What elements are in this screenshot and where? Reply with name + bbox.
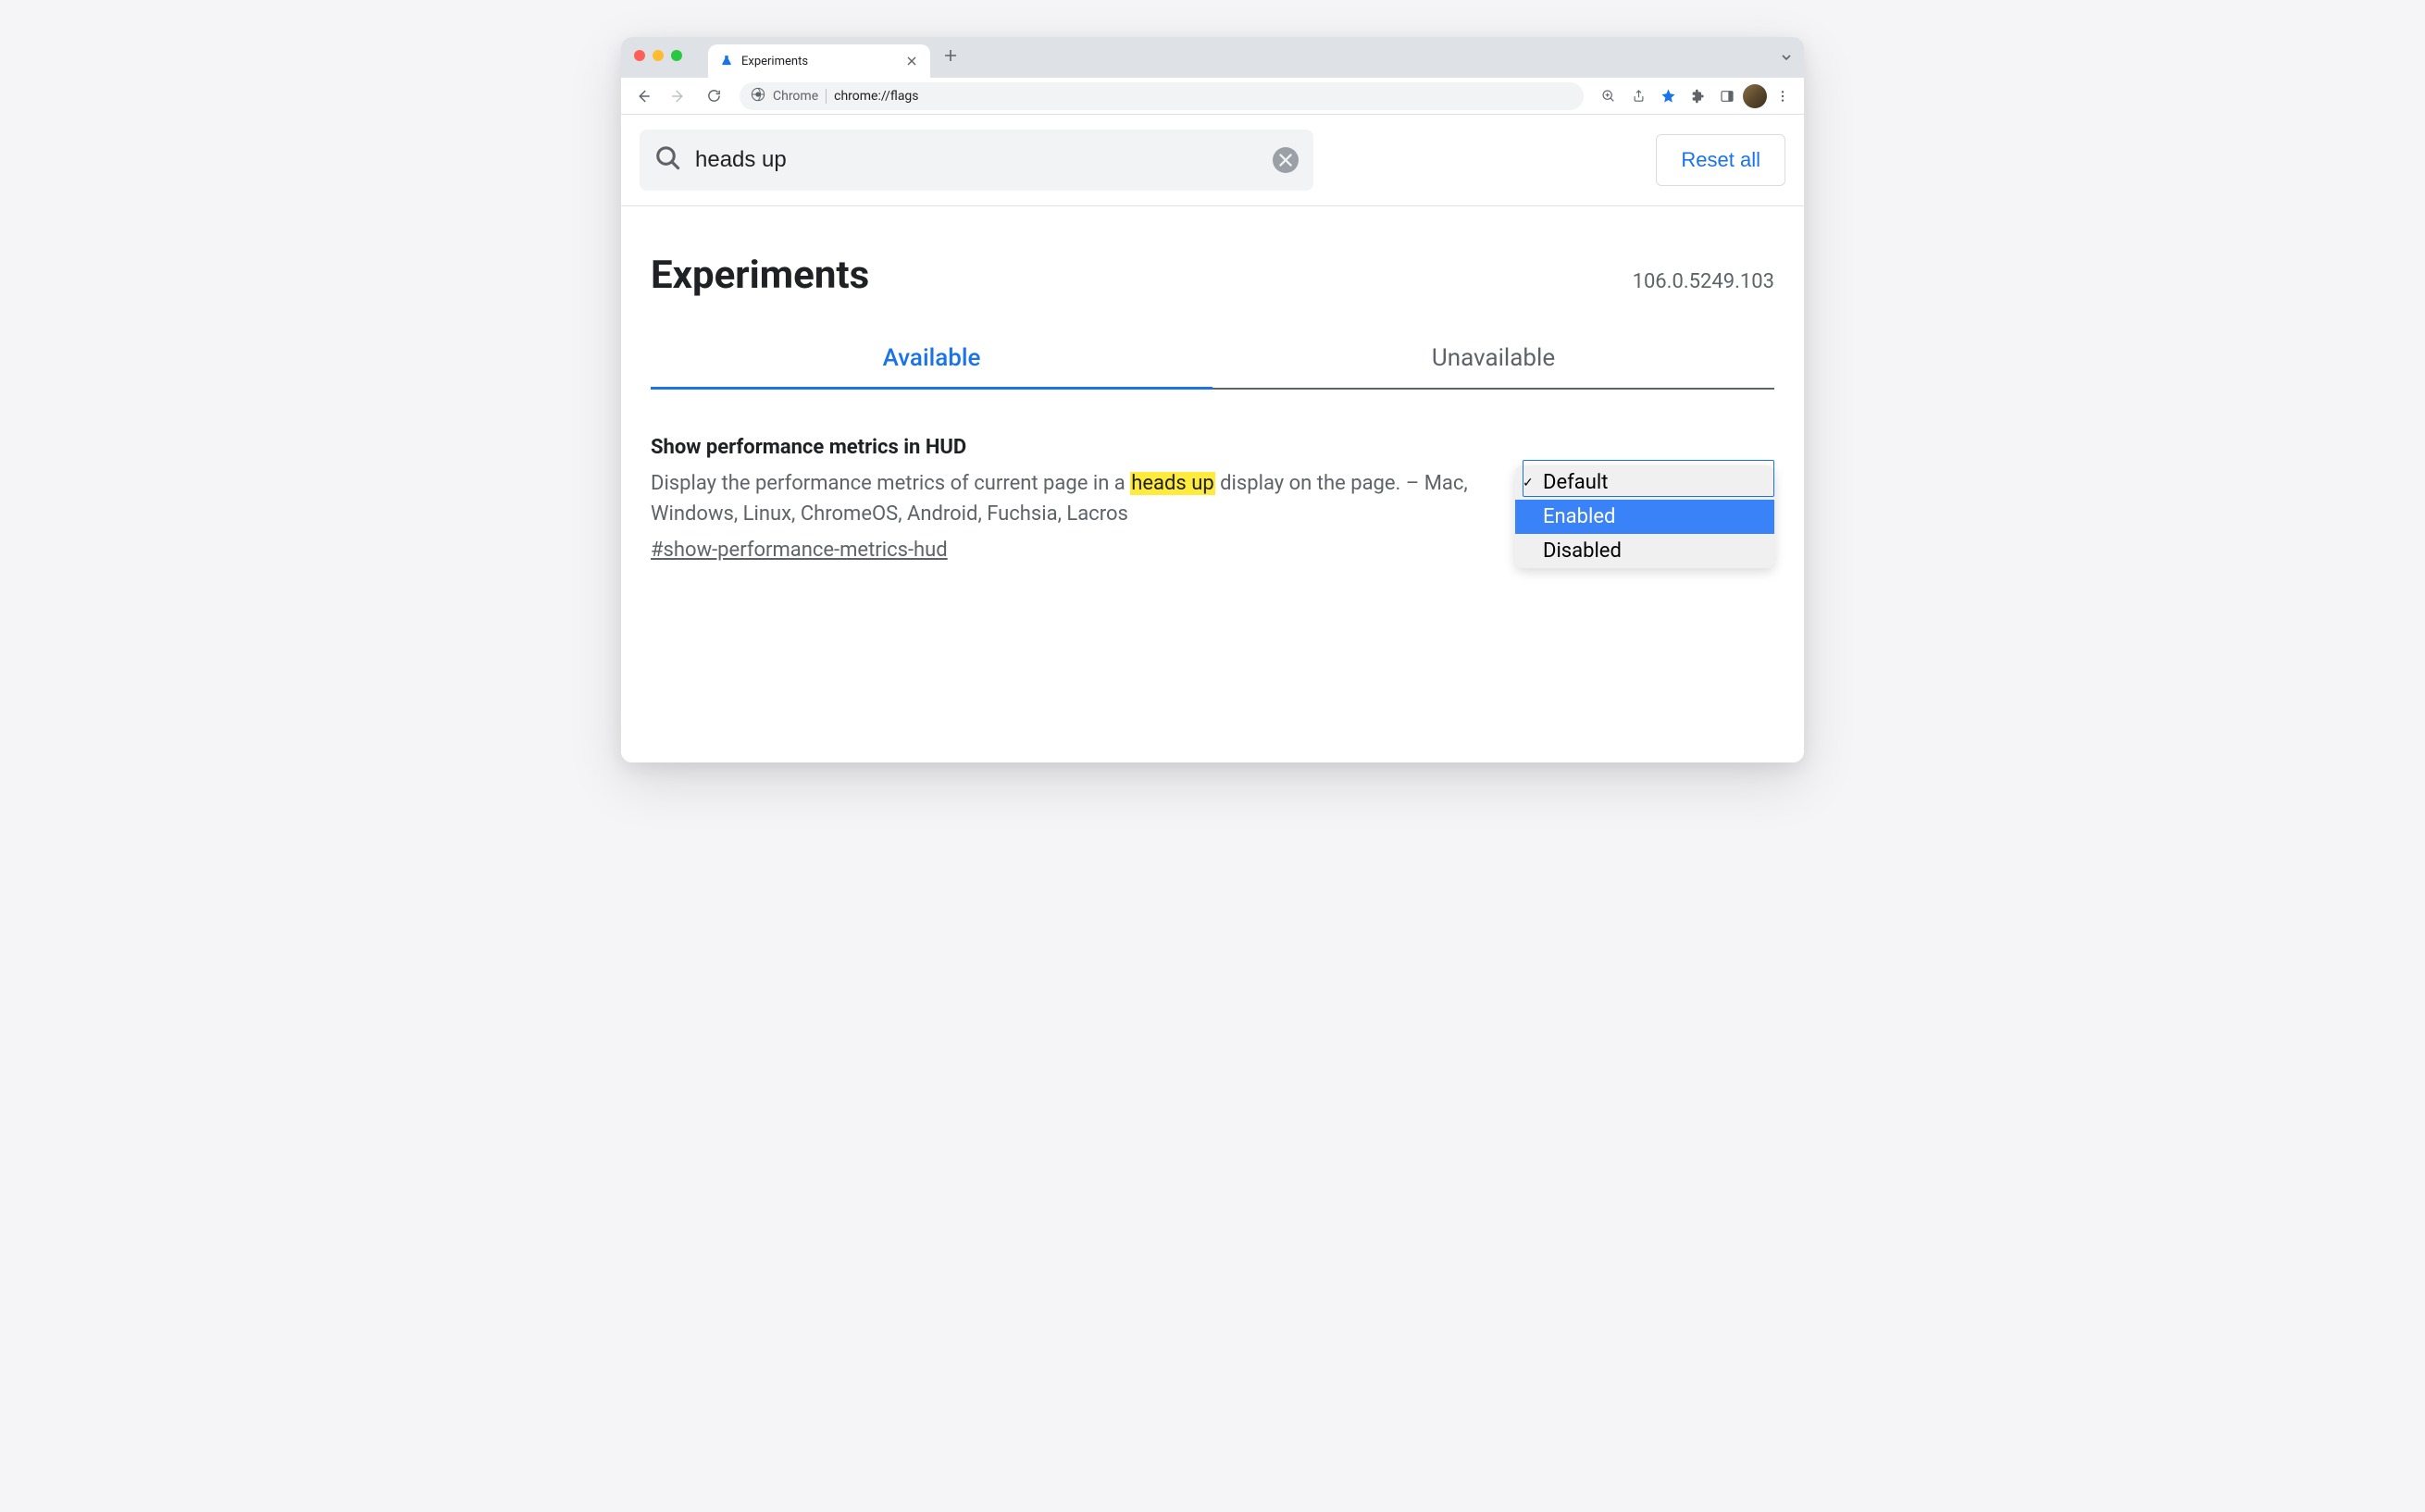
window-minimize-button[interactable]: [653, 50, 664, 61]
extensions-icon[interactable]: [1684, 82, 1711, 110]
flag-description: Display the performance metrics of curre…: [651, 468, 1478, 529]
omnibox-url: chrome://flags: [834, 89, 918, 104]
forward-button[interactable]: [664, 81, 693, 111]
search-box[interactable]: [640, 130, 1313, 191]
tab-overflow-button[interactable]: [1780, 50, 1793, 68]
content-area: Experiments 106.0.5249.103 Available Una…: [621, 206, 1804, 624]
bookmark-star-icon[interactable]: [1654, 82, 1682, 110]
dropdown-option-default[interactable]: ✓ Default: [1515, 465, 1774, 500]
omnibox-site-label: Chrome: [773, 89, 827, 104]
tab-close-icon[interactable]: [904, 54, 919, 68]
tab-strip: Experiments: [621, 37, 1804, 78]
flag-anchor-link[interactable]: #show-performance-metrics-hud: [651, 539, 948, 562]
overflow-menu-icon[interactable]: [1769, 82, 1797, 110]
header-row: Experiments 106.0.5249.103: [651, 253, 1774, 298]
sidepanel-icon[interactable]: [1713, 82, 1741, 110]
new-tab-button[interactable]: [938, 43, 964, 68]
page-tabs: Available Unavailable: [651, 344, 1774, 390]
flask-icon: [719, 54, 734, 68]
omnibox[interactable]: Chrome chrome://flags: [740, 82, 1584, 110]
flag-text: Show performance metrics in HUD Display …: [651, 436, 1478, 562]
profile-avatar[interactable]: [1743, 84, 1767, 108]
reload-button[interactable]: [699, 81, 728, 111]
window-controls: [634, 50, 682, 61]
back-button[interactable]: [628, 81, 658, 111]
share-icon[interactable]: [1624, 82, 1652, 110]
dropdown-option-label: Disabled: [1543, 539, 1622, 563]
dropdown-option-disabled[interactable]: Disabled: [1515, 534, 1774, 568]
tabs-area: Experiments: [708, 37, 964, 78]
tab-unavailable[interactable]: Unavailable: [1212, 344, 1774, 390]
page-title: Experiments: [651, 253, 869, 298]
tab-available[interactable]: Available: [651, 344, 1212, 390]
flag-desc-highlight: heads up: [1130, 472, 1214, 495]
browser-tab[interactable]: Experiments: [708, 44, 930, 78]
check-icon: ✓: [1523, 476, 1534, 490]
version-label: 106.0.5249.103: [1633, 270, 1774, 293]
window-maximize-button[interactable]: [671, 50, 682, 61]
search-icon: [654, 144, 682, 176]
reset-all-button[interactable]: Reset all: [1656, 134, 1785, 186]
flag-dropdown[interactable]: ✓ Default Enabled Disabled: [1515, 465, 1774, 568]
toolbar: Chrome chrome://flags: [621, 78, 1804, 115]
search-input[interactable]: [695, 147, 1260, 173]
site-info-icon[interactable]: [751, 87, 765, 105]
window-close-button[interactable]: [634, 50, 645, 61]
flag-title: Show performance metrics in HUD: [651, 436, 1478, 459]
dropdown-menu: ✓ Default Enabled Disabled: [1515, 465, 1774, 568]
page-content: Reset all Experiments 106.0.5249.103 Ava…: [621, 115, 1804, 762]
tab-title: Experiments: [741, 55, 897, 68]
dropdown-option-enabled[interactable]: Enabled: [1515, 500, 1774, 534]
dropdown-option-label: Default: [1543, 471, 1608, 494]
browser-window: Experiments Chrome: [621, 37, 1804, 762]
dropdown-option-label: Enabled: [1543, 505, 1615, 528]
flag-item: Show performance metrics in HUD Display …: [651, 436, 1774, 568]
search-row: Reset all: [621, 115, 1804, 206]
flag-desc-before: Display the performance metrics of curre…: [651, 472, 1130, 495]
clear-search-button[interactable]: [1273, 147, 1299, 173]
zoom-icon[interactable]: [1595, 82, 1623, 110]
toolbar-right: [1595, 82, 1797, 110]
